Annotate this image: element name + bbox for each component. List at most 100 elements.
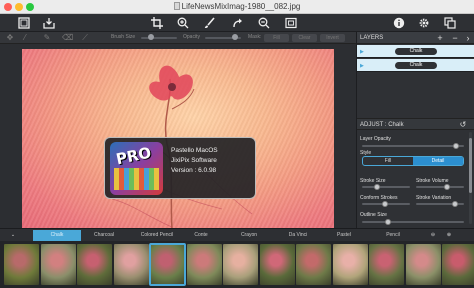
flower-spot: [271, 254, 281, 263]
flower-spot: [198, 254, 208, 263]
preset-thumbnail[interactable]: [223, 244, 258, 285]
chevron-right-icon[interactable]: ›: [463, 33, 473, 43]
eyedropper-icon[interactable]: ⟋: [80, 33, 90, 43]
flower-spot: [16, 254, 25, 263]
opacity-knob[interactable]: [232, 34, 238, 40]
flower-spot: [344, 254, 354, 263]
flower-spot: [235, 254, 244, 263]
main-toolbar: [0, 14, 474, 32]
scrollbar-thumb[interactable]: [469, 138, 472, 193]
pen-icon[interactable]: ✎: [42, 33, 52, 43]
mask-invert-button[interactable]: Invert: [320, 34, 345, 42]
adjust-header: ADJUST : Chalk ↺: [357, 118, 474, 130]
adjust-title: ADJUST : Chalk: [360, 122, 404, 128]
layer-name: Chalk: [395, 62, 437, 69]
layers-header: LAYERS + − ›: [357, 32, 474, 44]
preset-thumbnail[interactable]: [296, 244, 331, 285]
frame-icon[interactable]: [17, 16, 31, 30]
layer-opacity-label: Layer Opacity: [360, 136, 391, 142]
preset-thumbnail[interactable]: [442, 244, 474, 285]
preset-thumbnail[interactable]: [113, 244, 149, 285]
zoom-out-icon[interactable]: [257, 16, 271, 30]
outline-size-slider[interactable]: [362, 221, 464, 223]
brush-options-bar: ✥ ⁄ ✎ ⌫ ⟋ Brush Size Opacity Mask: Fill …: [0, 32, 356, 44]
about-product: Pastello MacOS: [171, 147, 218, 154]
outline-size-label: Outline Size: [360, 212, 387, 218]
brush-size-slider[interactable]: [141, 37, 177, 39]
style-tabs: ⌄ Chalk Charcoal Colored Pencil Conte Cr…: [0, 228, 474, 241]
preset-thumbnail[interactable]: [149, 243, 186, 286]
move-icon[interactable]: ✥: [5, 33, 15, 43]
layers-title: LAYERS: [360, 35, 384, 41]
reset-icon[interactable]: ↺: [458, 120, 468, 130]
stroke-volume-label: Stroke Volume: [416, 178, 449, 184]
preset-thumbnail[interactable]: [405, 244, 441, 285]
eraser-icon[interactable]: ⌫: [62, 33, 73, 43]
flower-spot: [417, 254, 427, 263]
settings-icon[interactable]: [417, 16, 431, 30]
zoom-in-icon[interactable]: [176, 16, 190, 30]
layer-row[interactable]: ▶ Chalk: [357, 59, 474, 72]
stroke-volume-knob[interactable]: [444, 184, 450, 190]
flower-spot: [308, 254, 317, 263]
app-window: LifeNewsMixImag-1980__082.jpg ✥ ⁄ ✎ ⌫ ⟋ …: [0, 0, 474, 288]
document-icon: [173, 2, 180, 10]
layer-opacity-slider[interactable]: [362, 145, 464, 147]
add-layer-icon[interactable]: +: [435, 33, 445, 43]
layer-handle-icon[interactable]: ▶: [360, 63, 366, 69]
fit-screen-icon[interactable]: [284, 16, 298, 30]
flower-spot: [454, 254, 463, 263]
window-title: LifeNewsMixImag-1980__082.jpg: [0, 2, 474, 11]
style-segmented: Fill Detail: [362, 156, 464, 166]
flower-spot: [381, 254, 390, 263]
remove-layer-icon[interactable]: −: [450, 33, 460, 43]
layer-name: Chalk: [395, 48, 437, 55]
preset-thumbnail[interactable]: [77, 244, 112, 285]
style-fill-button[interactable]: Fill: [363, 157, 413, 165]
style-detail-button[interactable]: Detail: [413, 157, 463, 165]
preset-thumbnail[interactable]: [259, 244, 295, 285]
stroke-volume-slider[interactable]: [416, 186, 464, 188]
tab-chalk[interactable]: Chalk: [33, 230, 81, 241]
stroke-size-knob[interactable]: [374, 184, 380, 190]
crop-icon[interactable]: [150, 16, 164, 30]
save-tray-icon[interactable]: [42, 16, 56, 30]
preset-thumbnail[interactable]: [369, 244, 404, 285]
right-panel: LAYERS + − › ▶ Chalk ▶ Chalk ADJUST : Ch…: [356, 32, 474, 228]
stroke-variation-knob[interactable]: [452, 201, 458, 207]
conform-strokes-knob[interactable]: [382, 201, 388, 207]
title-bar: LifeNewsMixImag-1980__082.jpg: [0, 0, 474, 14]
preset-thumbnail[interactable]: [332, 244, 368, 285]
share-icon[interactable]: [443, 16, 457, 30]
flower-spot: [162, 254, 171, 263]
panel-scrollbar[interactable]: [469, 132, 472, 224]
preset-thumbnail[interactable]: [40, 244, 76, 285]
brush-size-label: Brush Size: [111, 34, 136, 40]
stroke-variation-label: Stroke Variation: [416, 195, 452, 201]
preset-thumbnails: [0, 241, 474, 288]
flower-spot: [89, 254, 98, 263]
brush-icon[interactable]: [203, 16, 217, 30]
mask-fill-button[interactable]: Fill: [264, 34, 289, 42]
layer-opacity-knob[interactable]: [453, 143, 459, 149]
stroke-size-label: Stroke Size: [360, 178, 386, 184]
preset-thumbnail[interactable]: [4, 244, 39, 285]
paint-brush-icon[interactable]: ⁄: [20, 33, 30, 43]
layer-row[interactable]: ▶ Chalk: [357, 45, 474, 58]
brush-size-knob[interactable]: [148, 34, 154, 40]
layer-handle-icon[interactable]: ▶: [360, 49, 366, 55]
about-company: JixiPix Software: [171, 157, 217, 164]
outline-size-knob[interactable]: [385, 219, 391, 225]
flower-spot: [52, 254, 62, 263]
about-dialog[interactable]: PRO Pastello MacOS JixiPix Software Vers…: [104, 137, 256, 199]
mask-clear-button[interactable]: Clear: [292, 34, 317, 42]
opacity-label: Opacity: [183, 34, 200, 40]
stroke-size-slider[interactable]: [362, 186, 410, 188]
about-version: Version : 6.0.98: [171, 167, 217, 174]
redo-icon[interactable]: [231, 16, 245, 30]
canvas-area: PRO Pastello MacOS JixiPix Software Vers…: [0, 44, 356, 229]
info-icon[interactable]: [392, 16, 406, 30]
preset-thumbnail[interactable]: [186, 244, 222, 285]
app-icon: PRO: [110, 142, 163, 195]
flower-spot: [125, 254, 135, 263]
